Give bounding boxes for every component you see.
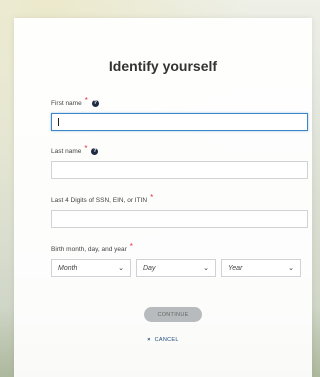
year-select[interactable]: Year ⌄ <box>221 259 301 277</box>
required-marker: * <box>84 96 88 105</box>
chevron-down-icon: ⌄ <box>288 265 294 272</box>
first-name-input[interactable] <box>51 113 308 131</box>
day-select[interactable]: Day ⌄ <box>136 259 216 277</box>
cancel-label: CANCEL <box>154 337 179 343</box>
close-icon: × <box>147 337 151 343</box>
continue-button[interactable]: CONTINUE <box>144 307 202 322</box>
last-name-label-text: Last name <box>51 147 82 155</box>
required-marker: * <box>84 144 88 153</box>
ssn-input[interactable] <box>51 210 308 228</box>
month-select-value: Month <box>58 264 78 272</box>
first-name-label: First name * ? <box>51 96 99 107</box>
identify-card: Identify yourself First name * ? Last na… <box>14 18 312 377</box>
help-icon[interactable]: ? <box>91 99 99 107</box>
required-marker: * <box>129 242 133 251</box>
chevron-down-icon: ⌄ <box>118 265 124 272</box>
page-title: Identify yourself <box>108 58 218 74</box>
month-select[interactable]: Month ⌄ <box>51 259 131 277</box>
cancel-link[interactable]: × CANCEL <box>14 337 312 343</box>
text-caret <box>58 118 59 126</box>
help-icon[interactable]: ? <box>91 147 99 155</box>
required-marker: * <box>150 193 154 202</box>
day-select-value: Day <box>143 264 156 272</box>
last-name-label: Last name * ? <box>51 144 99 155</box>
birth-date-label-text: Birth month, day, and year <box>51 245 127 253</box>
ssn-label: Last 4 Digits of SSN, EIN, or ITIN * <box>51 193 154 204</box>
birth-date-label: Birth month, day, and year * <box>51 242 133 253</box>
chevron-down-icon: ⌄ <box>203 265 209 272</box>
ssn-label-text: Last 4 Digits of SSN, EIN, or ITIN <box>51 196 148 204</box>
first-name-label-text: First name <box>51 99 82 107</box>
last-name-input[interactable] <box>51 161 308 179</box>
year-select-value: Year <box>228 264 243 272</box>
